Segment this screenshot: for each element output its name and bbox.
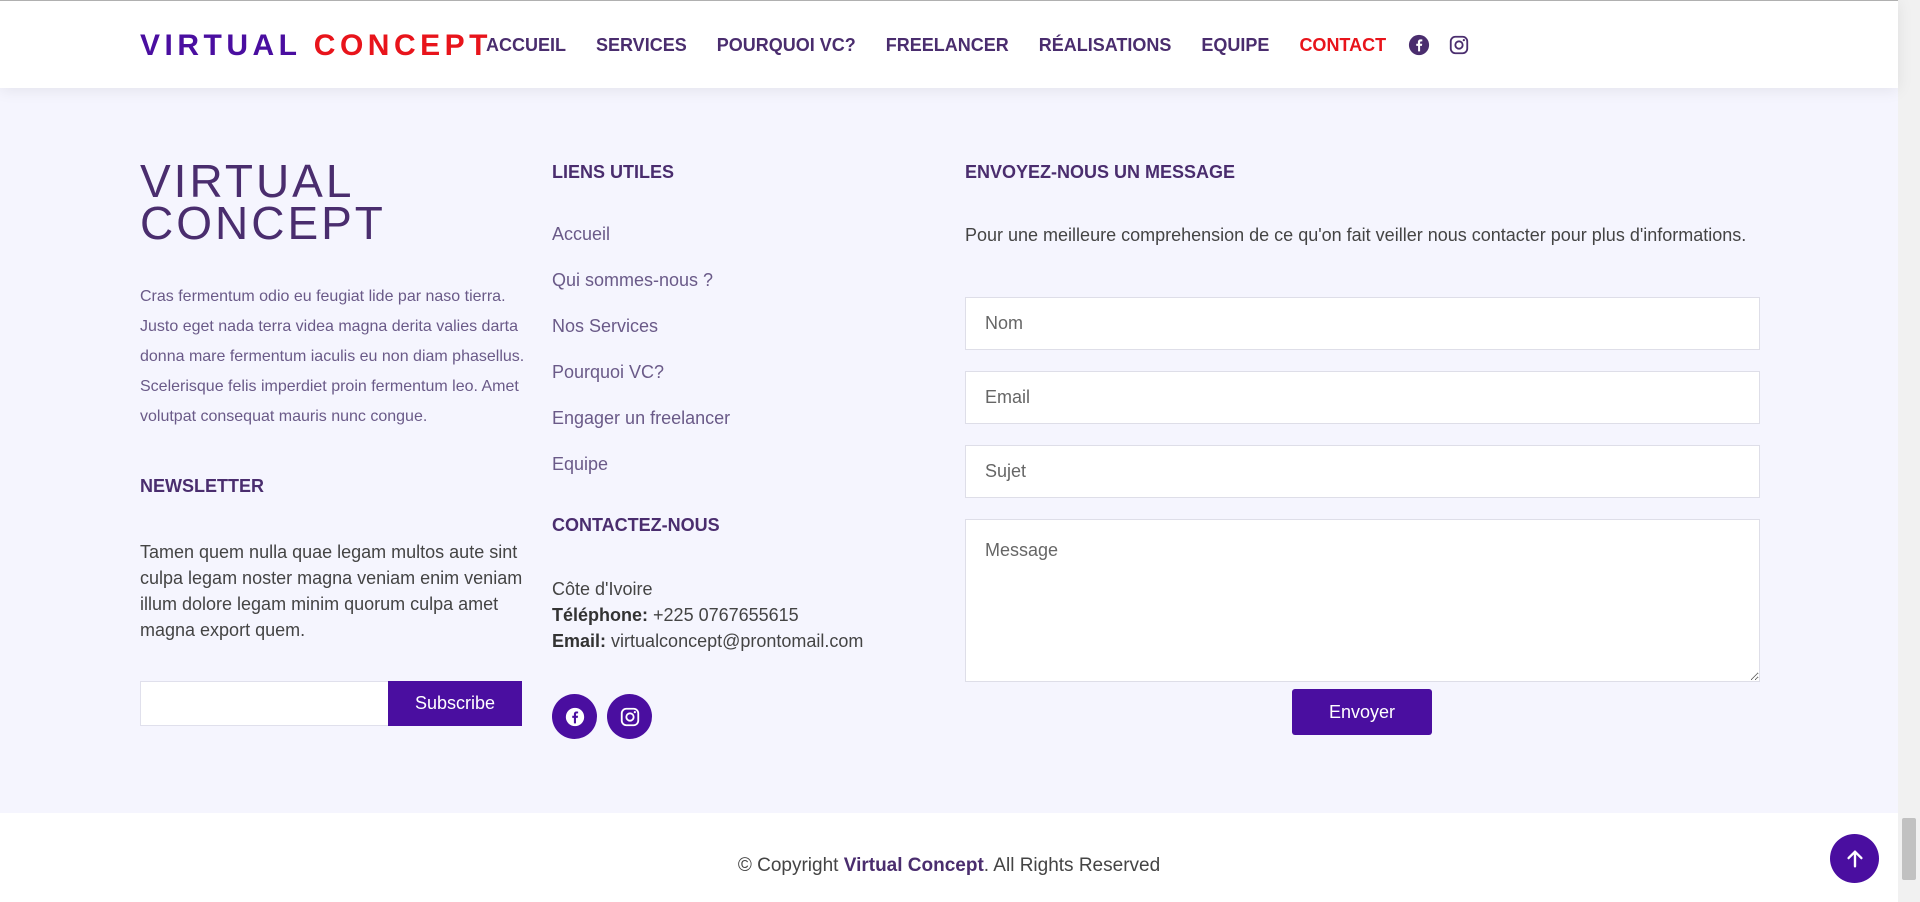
- message-form-column: ENVOYEZ-NOUS UN MESSAGE Pour une meilleu…: [965, 162, 1760, 735]
- facebook-icon[interactable]: [1408, 34, 1430, 56]
- contact-location: Côte d'Ivoire: [552, 579, 653, 599]
- footer-brand: VIRTUAL CONCEPT: [140, 155, 525, 249]
- arrow-up-icon: [1846, 849, 1863, 868]
- nav-item-pourquoi-vc[interactable]: POURQUOI VC?: [717, 35, 856, 55]
- logo-part-virtual: VIRTUAL: [140, 29, 301, 62]
- footer-link-freelancer[interactable]: Engager un freelancer: [552, 407, 932, 429]
- copyright-suffix: . All Rights Reserved: [983, 855, 1161, 876]
- site-header: VIRTUAL CONCEPT ACCUEIL SERVICES POURQUO…: [0, 0, 1898, 88]
- footer-link-accueil[interactable]: Accueil: [552, 223, 932, 245]
- useful-links-heading: LIENS UTILES: [552, 162, 675, 182]
- email-value[interactable]: virtualconcept@prontomail.com: [611, 631, 863, 651]
- subject-field[interactable]: [965, 445, 1760, 498]
- copyright-company: Virtual Concept: [843, 855, 984, 876]
- footer-link-qui-sommes-nous[interactable]: Qui sommes-nous ?: [552, 269, 932, 291]
- nav-item-equipe[interactable]: EQUIPE: [1201, 35, 1269, 55]
- name-field[interactable]: [965, 297, 1760, 350]
- phone-value: +225 0767655615: [653, 605, 799, 625]
- back-to-top-button[interactable]: [1830, 834, 1879, 883]
- site-logo[interactable]: VIRTUAL CONCEPT: [140, 29, 492, 63]
- email-field[interactable]: [965, 371, 1760, 424]
- footer-link-equipe[interactable]: Equipe: [552, 453, 932, 475]
- contact-info: Côte d'Ivoire Téléphone: +225 0767655615…: [552, 576, 932, 654]
- copyright-prefix: © Copyright: [737, 855, 839, 876]
- send-button[interactable]: Envoyer: [1292, 689, 1432, 735]
- subscribe-button[interactable]: Subscribe: [388, 681, 522, 726]
- newsletter-text: Tamen quem nulla quae legam multos aute …: [140, 542, 523, 640]
- scrollbar-thumb[interactable]: [1902, 818, 1916, 880]
- links-column: LIENS UTILES Accueil Qui sommes-nous ? N…: [552, 162, 932, 739]
- newsletter-form: Subscribe: [140, 681, 525, 726]
- nav-item-accueil[interactable]: ACCUEIL: [486, 35, 566, 55]
- message-field[interactable]: [965, 519, 1760, 682]
- newsletter-heading: NEWSLETTER: [140, 476, 264, 496]
- main-nav: ACCUEIL SERVICES POURQUOI VC? FREELANCER…: [486, 35, 1416, 55]
- phone-label: Téléphone:: [552, 605, 649, 625]
- facebook-icon[interactable]: [552, 694, 597, 739]
- instagram-icon[interactable]: [1448, 34, 1470, 56]
- instagram-icon[interactable]: [607, 694, 652, 739]
- logo-part-concept: CONCEPT: [313, 29, 492, 62]
- message-form-intro: Pour une meilleure comprehension de ce q…: [965, 225, 1747, 245]
- message-form-heading: ENVOYEZ-NOUS UN MESSAGE: [965, 162, 1236, 182]
- contact-phone-row: Téléphone: +225 0767655615: [552, 602, 932, 628]
- page-scrollbar[interactable]: [1898, 0, 1920, 902]
- header-social-links: [1408, 34, 1470, 56]
- about-text: Cras fermentum odio eu feugiat lide par …: [140, 288, 525, 425]
- footer-brand-line1: VIRTUAL: [140, 155, 355, 207]
- footer-link-nos-services[interactable]: Nos Services: [552, 315, 932, 337]
- footer-brand-line2: CONCEPT: [140, 197, 386, 249]
- newsletter-email-input[interactable]: [140, 681, 388, 726]
- copyright-bar: © Copyright Virtual Concept. All Rights …: [0, 813, 1898, 902]
- copyright-text: © Copyright Virtual Concept. All Rights …: [0, 855, 1898, 877]
- contact-email-row: Email: virtualconcept@prontomail.com: [552, 628, 932, 654]
- contact-social-links: [552, 694, 932, 739]
- nav-item-contact[interactable]: CONTACT: [1299, 35, 1386, 55]
- email-label: Email:: [552, 631, 607, 651]
- nav-item-realisations[interactable]: RÉALISATIONS: [1039, 35, 1172, 55]
- contact-heading: CONTACTEZ-NOUS: [552, 515, 720, 535]
- nav-item-freelancer[interactable]: FREELANCER: [886, 35, 1009, 55]
- about-column: VIRTUAL CONCEPT Cras fermentum odio eu f…: [140, 155, 525, 726]
- nav-item-services[interactable]: SERVICES: [596, 35, 687, 55]
- useful-links-list: Accueil Qui sommes-nous ? Nos Services P…: [552, 223, 932, 475]
- footer-link-pourquoi-vc[interactable]: Pourquoi VC?: [552, 361, 932, 383]
